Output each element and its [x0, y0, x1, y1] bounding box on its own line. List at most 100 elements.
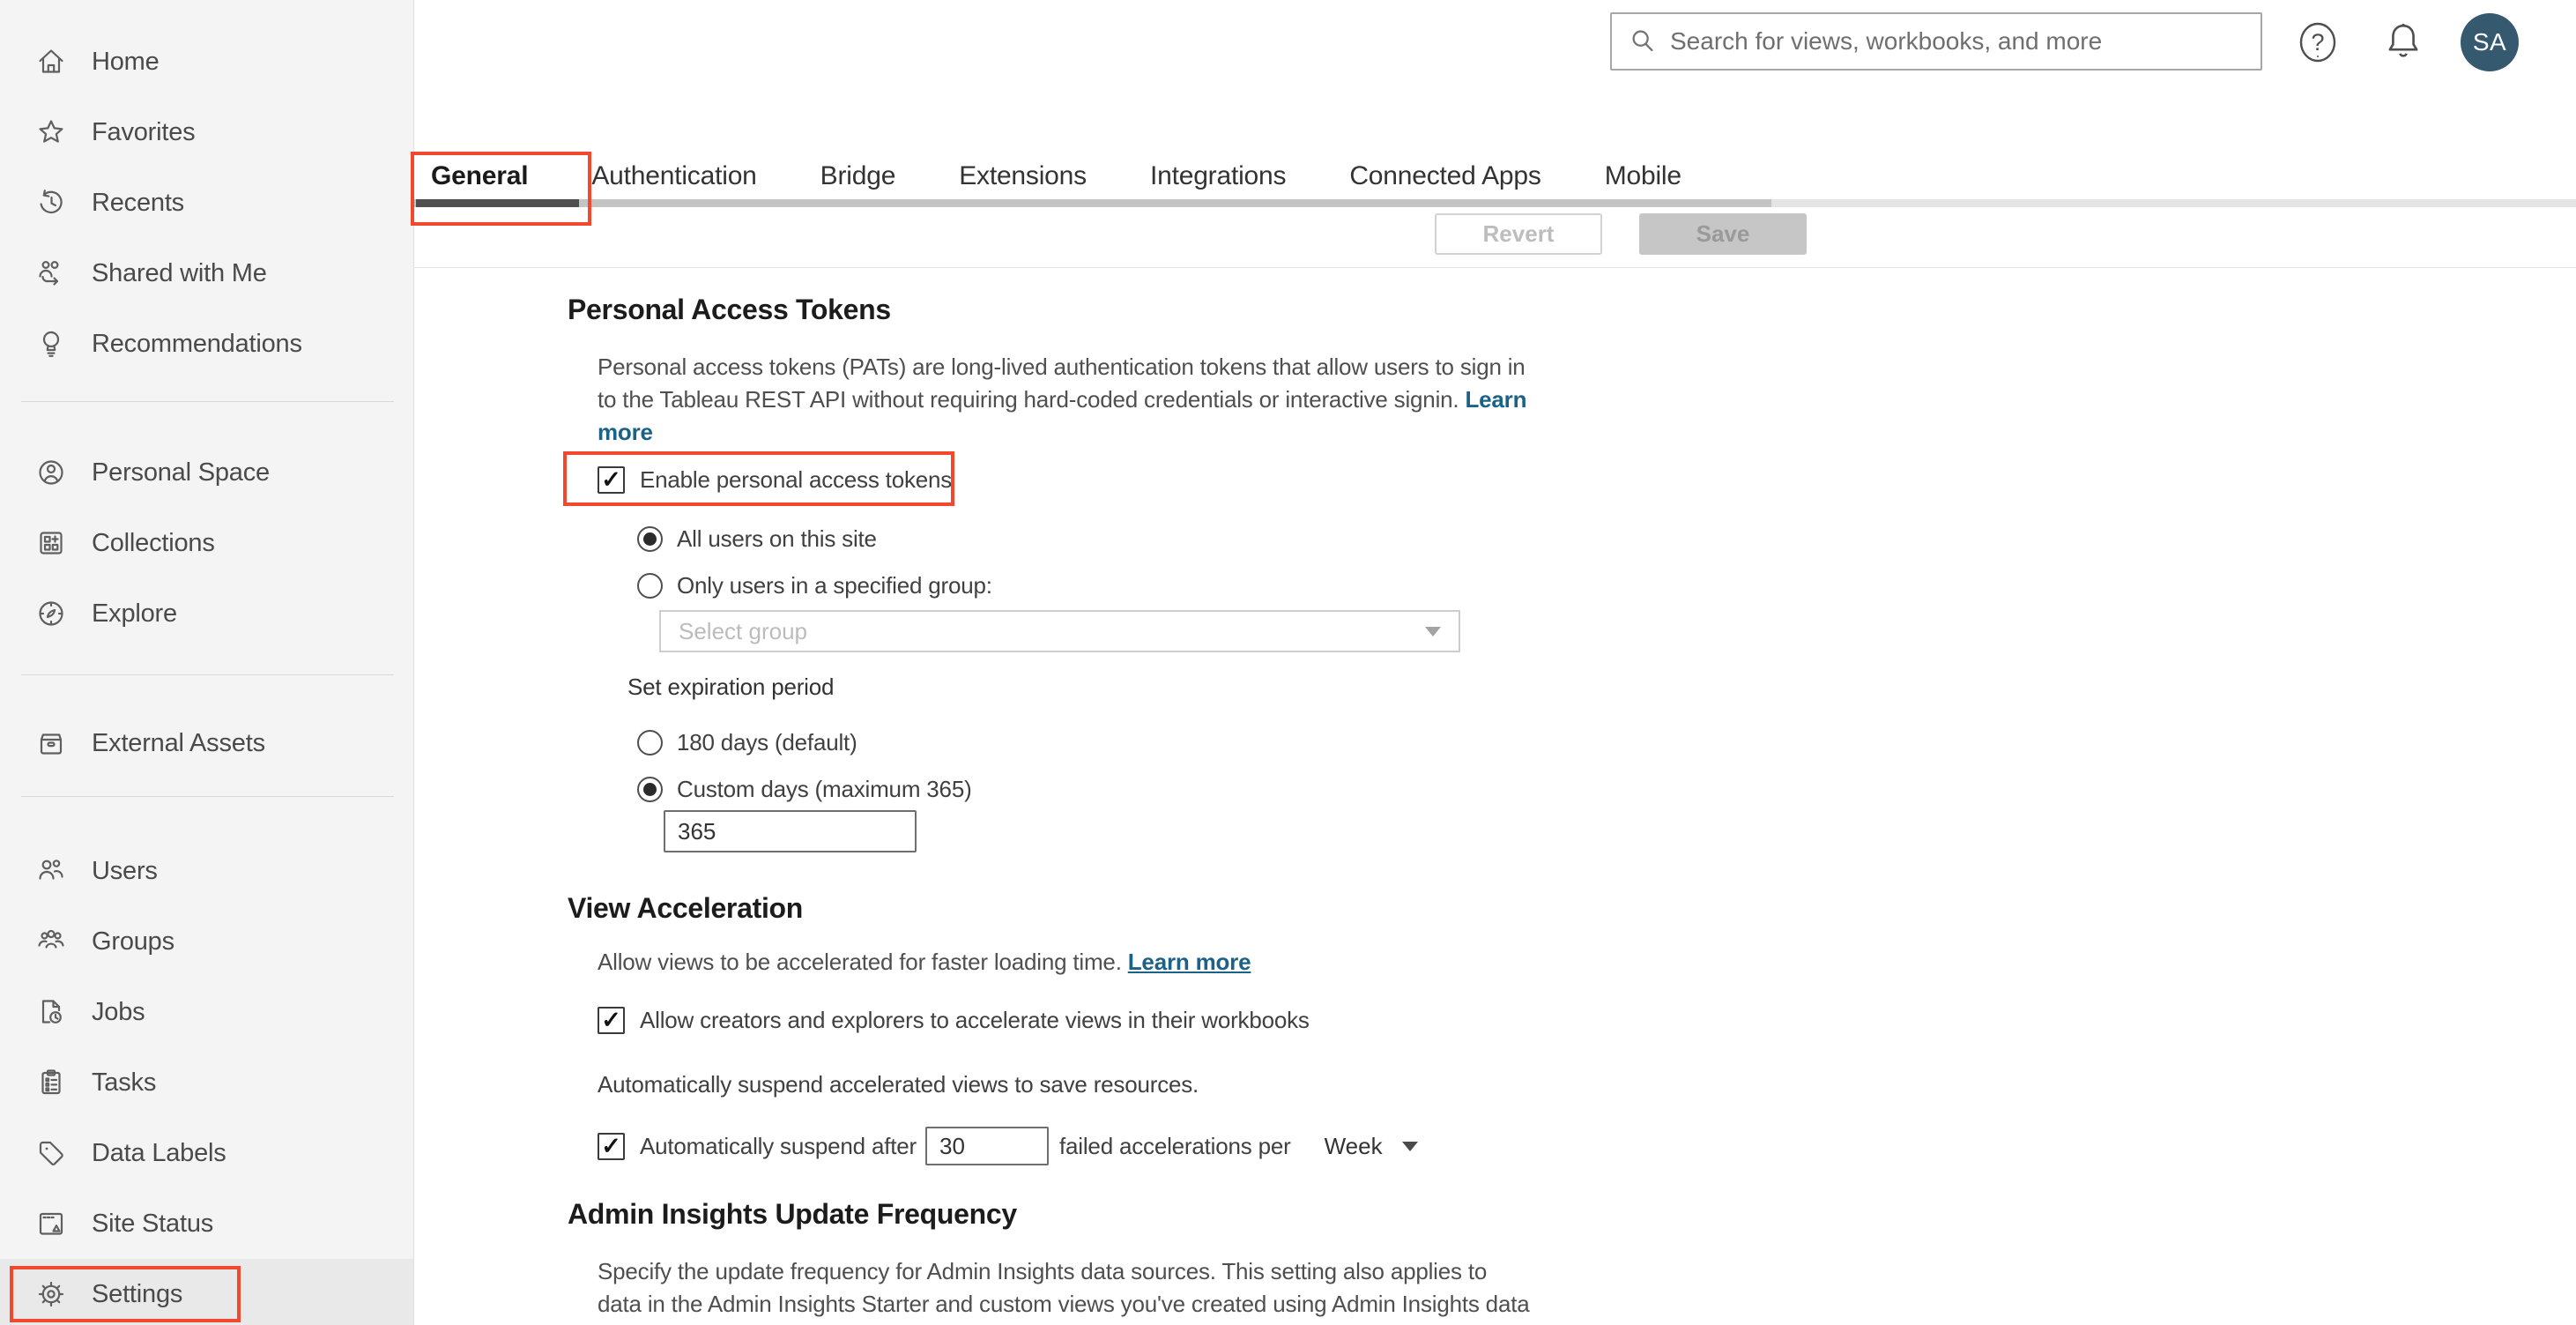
- sidebar-item-label: Personal Space: [92, 458, 270, 487]
- save-button[interactable]: Save: [1639, 213, 1807, 255]
- sidebar-divider: [21, 401, 394, 402]
- tab-bridge[interactable]: Bridge: [820, 161, 896, 191]
- expiration-custom-radio-row[interactable]: Custom days (maximum 365): [637, 776, 1696, 803]
- sidebar-item-favorites[interactable]: Favorites: [0, 97, 413, 167]
- auto-suspend-row: Automatically suspend after failed accel…: [598, 1127, 1696, 1165]
- tasks-icon: [35, 1067, 67, 1098]
- sidebar-item-label: Data Labels: [92, 1138, 226, 1167]
- tab-connected-apps[interactable]: Connected Apps: [1349, 161, 1541, 191]
- star-icon: [35, 116, 67, 148]
- sidebar-divider: [21, 674, 394, 675]
- sidebar-item-label: Tasks: [92, 1068, 157, 1097]
- failed-accelerations-input[interactable]: [925, 1127, 1049, 1165]
- tab-mobile[interactable]: Mobile: [1605, 161, 1681, 191]
- pat-section-title: Personal Access Tokens: [568, 294, 891, 325]
- site-status-icon: [35, 1208, 67, 1239]
- sidebar-item-data-labels[interactable]: Data Labels: [0, 1118, 413, 1188]
- tab-integrations[interactable]: Integrations: [1150, 161, 1287, 191]
- revert-button[interactable]: Revert: [1435, 213, 1602, 255]
- auto-suspend-prefix: Automatically suspend after: [640, 1132, 917, 1159]
- chevron-down-icon: [1401, 1141, 1418, 1151]
- enable-pat-label: Enable personal access tokens: [640, 466, 953, 493]
- gear-icon: [35, 1278, 67, 1310]
- period-dropdown[interactable]: Week: [1325, 1133, 1418, 1160]
- avatar[interactable]: SA: [2461, 13, 2519, 71]
- sidebar-item-label: Collections: [92, 528, 215, 557]
- settings-page: Home Favorites Recents Shared with Me Re…: [0, 0, 2576, 1325]
- sidebar-item-collections[interactable]: Collections: [0, 508, 413, 578]
- sidebar-item-label: Explore: [92, 599, 177, 628]
- sidebar-item-explore[interactable]: Explore: [0, 578, 413, 649]
- chevron-down-icon: [1425, 626, 1441, 636]
- toolbar-divider: [414, 267, 2576, 268]
- sidebar-item-label: Site Status: [92, 1209, 214, 1238]
- sidebar-divider: [21, 796, 394, 797]
- help-icon[interactable]: ?: [2297, 21, 2339, 63]
- external-assets-icon: [35, 727, 67, 759]
- pat-description: Personal access tokens (PATs) are long-l…: [598, 354, 1527, 445]
- sidebar-item-external-assets[interactable]: External Assets: [0, 708, 413, 778]
- select-group-dropdown[interactable]: Select group: [659, 610, 1460, 652]
- sidebar-item-users[interactable]: Users: [0, 836, 413, 906]
- sidebar-item-label: Jobs: [92, 997, 145, 1026]
- auto-suspend-checkbox[interactable]: [598, 1132, 625, 1160]
- general-settings-content: Personal Access Tokens Personal access t…: [568, 293, 1696, 1325]
- sidebar-item-site-status[interactable]: Site Status: [0, 1188, 413, 1259]
- enable-pat-checkbox[interactable]: [598, 466, 625, 494]
- view-acceleration-learn-more-link[interactable]: Learn more: [1128, 949, 1251, 975]
- expiration-custom-radio[interactable]: [637, 777, 663, 802]
- svg-text:?: ?: [2311, 29, 2324, 56]
- collections-icon: [35, 527, 67, 559]
- jobs-icon: [35, 996, 67, 1028]
- compass-icon: [35, 598, 67, 629]
- all-users-label: All users on this site: [677, 525, 877, 552]
- expiration-180-radio-row[interactable]: 180 days (default): [637, 729, 1696, 756]
- sidebar-item-label: Favorites: [92, 117, 196, 146]
- users-icon: [35, 855, 67, 887]
- notifications-bell-icon[interactable]: [2382, 19, 2424, 63]
- lightbulb-icon: [35, 328, 67, 360]
- period-value: Week: [1324, 1132, 1383, 1159]
- sidebar-item-groups[interactable]: Groups: [0, 906, 413, 977]
- groups-icon: [35, 926, 67, 957]
- suspend-description: Automatically suspend accelerated views …: [598, 1071, 1199, 1098]
- specified-group-radio[interactable]: [637, 573, 663, 599]
- tag-icon: [35, 1137, 67, 1169]
- sidebar-item-shared-with-me[interactable]: Shared with Me: [0, 238, 413, 309]
- sidebar: Home Favorites Recents Shared with Me Re…: [0, 0, 414, 1325]
- allow-acceleration-checkbox[interactable]: [598, 1007, 625, 1034]
- select-group-placeholder: Select group: [679, 617, 807, 644]
- sidebar-item-jobs[interactable]: Jobs: [0, 977, 413, 1047]
- sidebar-item-recommendations[interactable]: Recommendations: [0, 309, 413, 379]
- sidebar-item-tasks[interactable]: Tasks: [0, 1047, 413, 1118]
- allow-acceleration-checkbox-row[interactable]: Allow creators and explorers to accelera…: [598, 1007, 1696, 1034]
- search-icon: [1632, 30, 1653, 52]
- expiration-180-radio[interactable]: [637, 730, 663, 756]
- sidebar-item-personal-space[interactable]: Personal Space: [0, 437, 413, 508]
- search-input[interactable]: [1670, 27, 2245, 56]
- specified-group-radio-row[interactable]: Only users in a specified group:: [637, 572, 1696, 599]
- home-icon: [35, 46, 67, 78]
- sidebar-item-home[interactable]: Home: [0, 26, 413, 97]
- enable-pat-checkbox-row[interactable]: Enable personal access tokens: [598, 466, 1696, 494]
- tab-authentication[interactable]: Authentication: [591, 161, 757, 191]
- sidebar-item-settings[interactable]: Settings: [0, 1259, 413, 1325]
- active-tab-underline: [416, 199, 579, 207]
- allow-acceleration-label: Allow creators and explorers to accelera…: [640, 1007, 1310, 1033]
- sidebar-item-label: Recommendations: [92, 329, 302, 358]
- tab-extensions[interactable]: Extensions: [959, 161, 1087, 191]
- all-users-radio[interactable]: [637, 526, 663, 552]
- sidebar-item-label: Settings: [92, 1279, 183, 1308]
- expiration-period-label: Set expiration period: [627, 674, 835, 700]
- tab-general[interactable]: General: [431, 161, 529, 191]
- all-users-radio-row[interactable]: All users on this site: [637, 525, 1696, 553]
- sidebar-item-recents[interactable]: Recents: [0, 167, 413, 238]
- sidebar-item-label: Users: [92, 856, 158, 885]
- settings-tab-bar: General Authentication Bridge Extensions…: [431, 161, 1681, 191]
- auto-suspend-suffix: failed accelerations per: [1059, 1132, 1291, 1159]
- view-acceleration-title: View Acceleration: [568, 892, 804, 924]
- custom-days-input[interactable]: [664, 810, 917, 852]
- expiration-180-label: 180 days (default): [677, 729, 857, 756]
- expiration-custom-label: Custom days (maximum 365): [677, 776, 972, 802]
- tab-scrollbar-thumb[interactable]: [414, 199, 1771, 207]
